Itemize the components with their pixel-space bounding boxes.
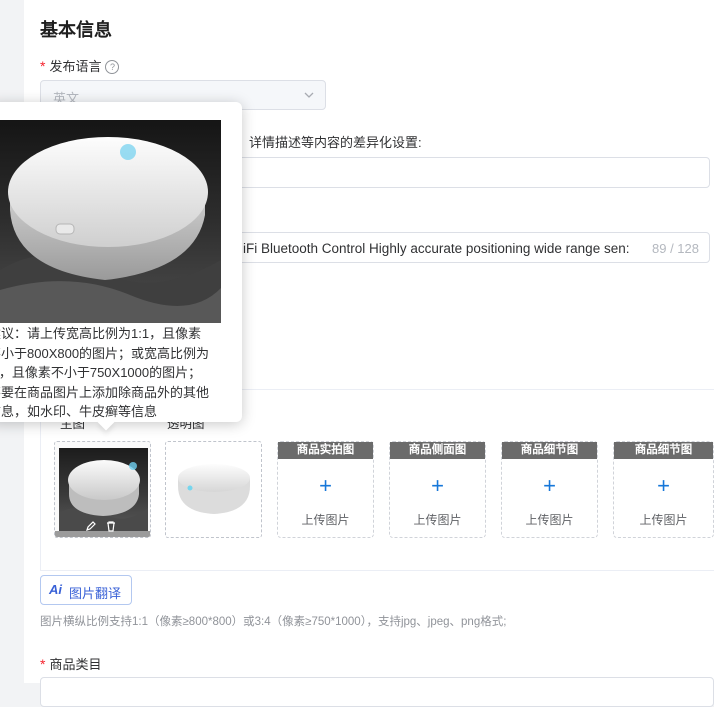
product-image [178,464,250,514]
image-preview-popover: 建议：请上传宽高比例为1:1，且像素 不小于800X800的图片；或宽高比例为 … [0,102,242,431]
slot-tag: 商品细节图 [614,442,713,459]
upload-label: 上传图片 [301,513,350,527]
guidance-line: 不要在商品图片上添加除商品外的其他 [0,384,210,400]
plus-icon: + [319,473,332,498]
image-format-hint: 图片横纵比例支持1:1（像素≥800*800）或3:4（像素≥750*1000）… [40,616,507,628]
upload-slot-detail[interactable]: 商品细节图 + 上传图片 [501,441,598,538]
guidance-line: 信息，如水印、牛皮癣等信息 [0,404,158,419]
upload-slot-detail-2[interactable]: 商品细节图 + 上传图片 [613,441,714,538]
ai-icon: Ai [49,582,62,597]
required-mark: * [40,58,46,74]
chevron-down-icon [304,92,314,98]
guidance-line: 建议：请上传宽高比例为1:1，且像素 [0,326,202,341]
plus-icon: + [431,473,444,498]
product-image [55,448,150,537]
category-select[interactable] [40,677,714,707]
category-label-row: * 商品类目 [40,654,101,673]
upload-label: 上传图片 [413,513,462,527]
diff-input[interactable] [230,157,710,188]
edit-icon[interactable] [85,520,97,532]
language-label: 发布语言 [49,59,102,74]
title-input[interactable]: iFi Bluetooth Control Highly accurate po… [230,232,710,263]
main-image-thumb[interactable] [54,441,151,538]
popover-guidance-text: 建议：请上传宽高比例为1:1，且像素 不小于800X800的图片；或宽高比例为 … [0,324,220,422]
image-translate-button[interactable]: Ai 图片翻译 [40,575,132,605]
help-icon[interactable]: ? [105,60,120,74]
plus-icon: + [657,473,670,498]
slot-tag: 商品细节图 [502,442,597,459]
title-input-value: iFi Bluetooth Control Highly accurate po… [243,241,630,256]
upload-label: 上传图片 [525,513,574,527]
upload-label: 上传图片 [639,513,688,527]
transparent-image-thumb[interactable] [165,441,262,538]
popover-product-image [0,120,221,323]
language-label-row: * 发布语言? [40,56,120,75]
guidance-line: 不小于800X800的图片；或宽高比例为 [0,345,210,361]
plus-icon: + [543,473,556,498]
title-char-counter: 89 / 128 [648,241,699,256]
required-mark: * [40,656,46,672]
image-translate-label: 图片翻译 [69,586,122,601]
upload-slot-real-photo[interactable]: 商品实拍图 + 上传图片 [277,441,374,538]
diff-label: 详情描述等内容的差异化设置: [249,135,422,150]
category-label: 商品类目 [49,657,102,672]
section-title: 基本信息 [40,20,112,40]
delete-icon[interactable] [105,520,117,532]
upload-slot-side-view[interactable]: 商品侧面图 + 上传图片 [389,441,486,538]
slot-tag: 商品实拍图 [278,442,373,459]
guidance-line: :4，且像素不小于750X1000的图片； [0,365,202,380]
slot-tag: 商品侧面图 [390,442,485,459]
